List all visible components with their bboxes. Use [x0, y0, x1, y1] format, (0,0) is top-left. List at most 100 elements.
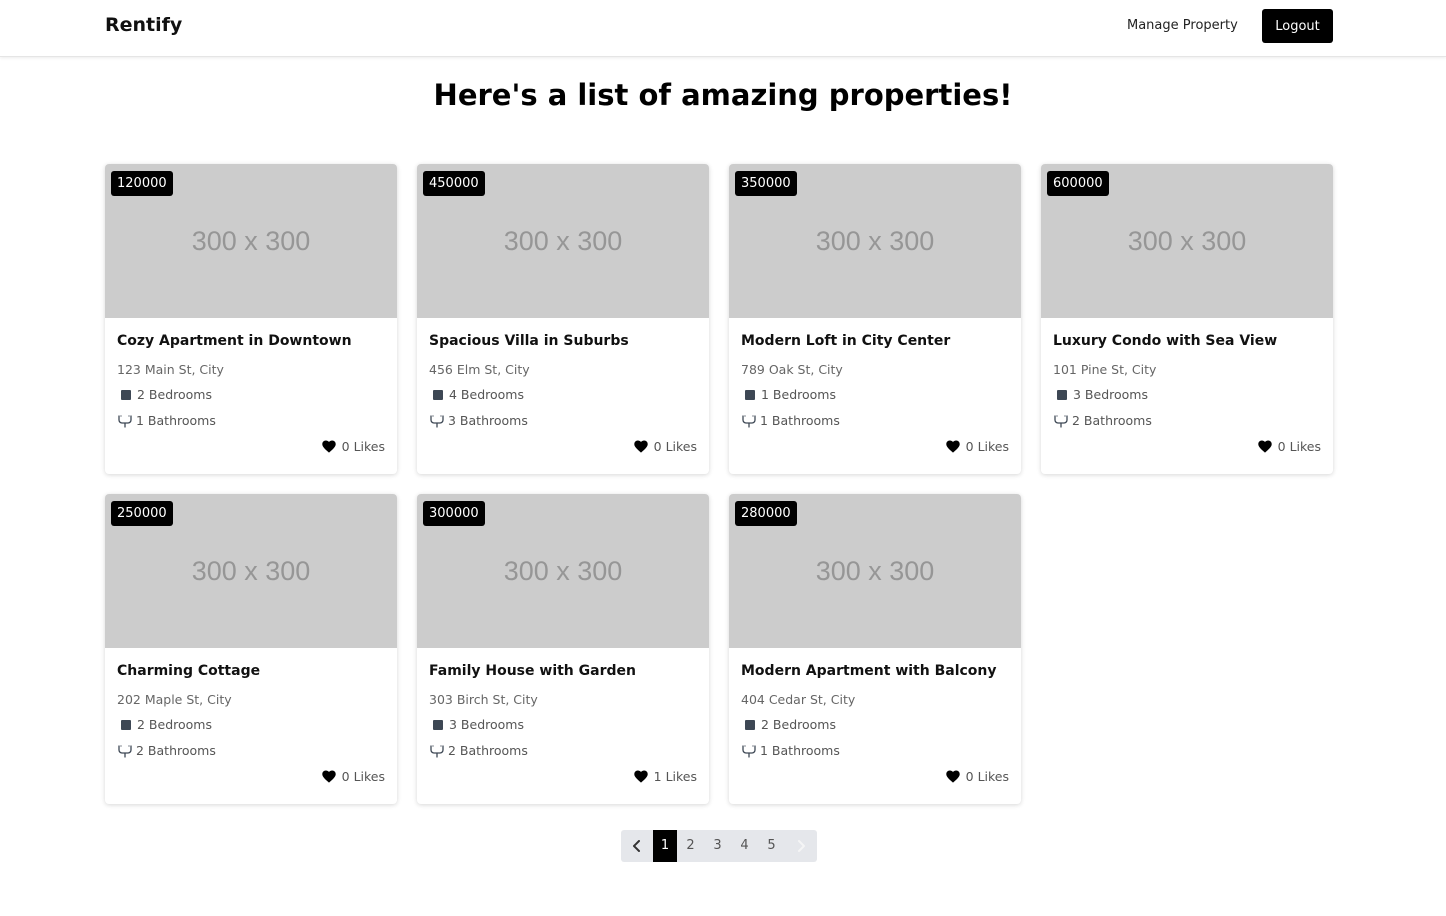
property-address: 101 Pine St, City	[1053, 362, 1157, 377]
page-5-button[interactable]: 5	[758, 830, 785, 862]
likes-count: 0 Likes	[653, 439, 697, 454]
bathrooms-info: 1 Bathrooms	[741, 743, 840, 758]
property-card[interactable]: 300 x 300 600000 Luxury Condo with Sea V…	[1041, 164, 1333, 474]
navbar: Rentify Manage Property Logout	[0, 0, 1446, 57]
bathrooms-info: 1 Bathrooms	[741, 413, 840, 428]
property-card[interactable]: 300 x 300 250000 Charming Cottage 202 Ma…	[105, 494, 397, 804]
bed-icon	[1057, 389, 1067, 400]
price-badge: 280000	[735, 501, 797, 526]
page-3-button[interactable]: 3	[704, 830, 731, 862]
bathrooms-label: 3 Bathrooms	[448, 413, 528, 428]
property-card[interactable]: 300 x 300 300000 Family House with Garde…	[417, 494, 709, 804]
bathrooms-label: 2 Bathrooms	[1072, 413, 1152, 428]
bathrooms-label: 2 Bathrooms	[448, 743, 528, 758]
bedrooms-label: 1 Bedrooms	[761, 387, 836, 402]
property-image: 300 x 300 300000	[417, 494, 709, 648]
bathrooms-label: 1 Bathrooms	[136, 413, 216, 428]
bath-icon	[430, 414, 444, 428]
bedrooms-info: 2 Bedrooms	[117, 717, 212, 732]
page-2-button[interactable]: 2	[677, 830, 704, 862]
property-card[interactable]: 300 x 300 350000 Modern Loft in City Cen…	[729, 164, 1021, 474]
heart-icon[interactable]	[633, 440, 648, 453]
price-badge: 350000	[735, 171, 797, 196]
like-button[interactable]: 1 Likes	[633, 769, 697, 784]
bathrooms-info: 3 Bathrooms	[429, 413, 528, 428]
property-title: Charming Cottage	[117, 663, 261, 679]
image-placeholder-text: 300 x 300	[1127, 225, 1247, 256]
property-title: Spacious Villa in Suburbs	[429, 333, 629, 349]
bedrooms-info: 2 Bedrooms	[741, 717, 836, 732]
manage-property-link[interactable]: Manage Property	[1127, 18, 1238, 33]
property-image: 300 x 300 120000	[105, 164, 397, 318]
bathrooms-info: 2 Bathrooms	[1053, 413, 1152, 428]
heart-icon[interactable]	[945, 440, 960, 453]
likes-count: 1 Likes	[653, 769, 697, 784]
bedrooms-info: 3 Bedrooms	[429, 717, 524, 732]
bathrooms-label: 1 Bathrooms	[760, 413, 840, 428]
bedrooms-label: 2 Bedrooms	[137, 717, 212, 732]
property-image: 300 x 300 250000	[105, 494, 397, 648]
property-title: Modern Loft in City Center	[741, 333, 951, 349]
property-card[interactable]: 300 x 300 280000 Modern Apartment with B…	[729, 494, 1021, 804]
bath-icon	[118, 414, 132, 428]
property-card[interactable]: 300 x 300 450000 Spacious Villa in Subur…	[417, 164, 709, 474]
property-image: 300 x 300 600000	[1041, 164, 1333, 318]
bed-icon	[433, 719, 443, 730]
price-badge: 300000	[423, 501, 485, 526]
chevron-right-icon	[798, 840, 805, 852]
heart-icon[interactable]	[1257, 440, 1272, 453]
property-title: Family House with Garden	[429, 663, 636, 679]
bedrooms-info: 2 Bedrooms	[117, 387, 212, 402]
like-button[interactable]: 0 Likes	[945, 439, 1009, 454]
property-title: Modern Apartment with Balcony	[741, 663, 997, 679]
bath-icon	[430, 744, 444, 758]
property-address: 123 Main St, City	[117, 362, 224, 377]
bed-icon	[745, 389, 755, 400]
like-button[interactable]: 0 Likes	[945, 769, 1009, 784]
like-button[interactable]: 0 Likes	[633, 439, 697, 454]
page-title: Here's a list of amazing properties!	[433, 78, 1013, 112]
bedrooms-label: 3 Bedrooms	[1073, 387, 1148, 402]
image-placeholder-text: 300 x 300	[191, 225, 311, 256]
property-address: 202 Maple St, City	[117, 692, 232, 707]
like-button[interactable]: 0 Likes	[321, 439, 385, 454]
bedrooms-info: 3 Bedrooms	[1053, 387, 1148, 402]
bedrooms-label: 2 Bedrooms	[137, 387, 212, 402]
likes-count: 0 Likes	[341, 769, 385, 784]
property-title: Luxury Condo with Sea View	[1053, 333, 1278, 349]
image-placeholder-text: 300 x 300	[191, 555, 311, 586]
property-address: 404 Cedar St, City	[741, 692, 856, 707]
bathrooms-label: 1 Bathrooms	[760, 743, 840, 758]
image-placeholder-text: 300 x 300	[503, 555, 623, 586]
price-badge: 450000	[423, 171, 485, 196]
bed-icon	[745, 719, 755, 730]
heart-icon[interactable]	[633, 770, 648, 783]
previous-page-button[interactable]	[621, 830, 653, 862]
logout-button[interactable]: Logout	[1262, 9, 1333, 43]
property-card[interactable]: 300 x 300 120000 Cozy Apartment in Downt…	[105, 164, 397, 474]
property-address: 303 Birch St, City	[429, 692, 538, 707]
heart-icon[interactable]	[321, 770, 336, 783]
like-button[interactable]: 0 Likes	[1257, 439, 1321, 454]
bed-icon	[121, 719, 131, 730]
like-button[interactable]: 0 Likes	[321, 769, 385, 784]
brand-logo[interactable]: Rentify	[105, 14, 182, 36]
property-image: 300 x 300 450000	[417, 164, 709, 318]
likes-count: 0 Likes	[965, 769, 1009, 784]
heart-icon[interactable]	[945, 770, 960, 783]
likes-count: 0 Likes	[1277, 439, 1321, 454]
next-page-button[interactable]	[785, 830, 817, 862]
page-1-button[interactable]: 1	[653, 830, 677, 862]
page-4-button[interactable]: 4	[731, 830, 758, 862]
likes-count: 0 Likes	[965, 439, 1009, 454]
bed-icon	[433, 389, 443, 400]
bedrooms-info: 4 Bedrooms	[429, 387, 524, 402]
chevron-left-icon	[633, 840, 640, 852]
property-image: 300 x 300 350000	[729, 164, 1021, 318]
bathrooms-info: 1 Bathrooms	[117, 413, 216, 428]
bath-icon	[742, 414, 756, 428]
bath-icon	[118, 744, 132, 758]
heart-icon[interactable]	[321, 440, 336, 453]
price-badge: 250000	[111, 501, 173, 526]
price-badge: 600000	[1047, 171, 1109, 196]
